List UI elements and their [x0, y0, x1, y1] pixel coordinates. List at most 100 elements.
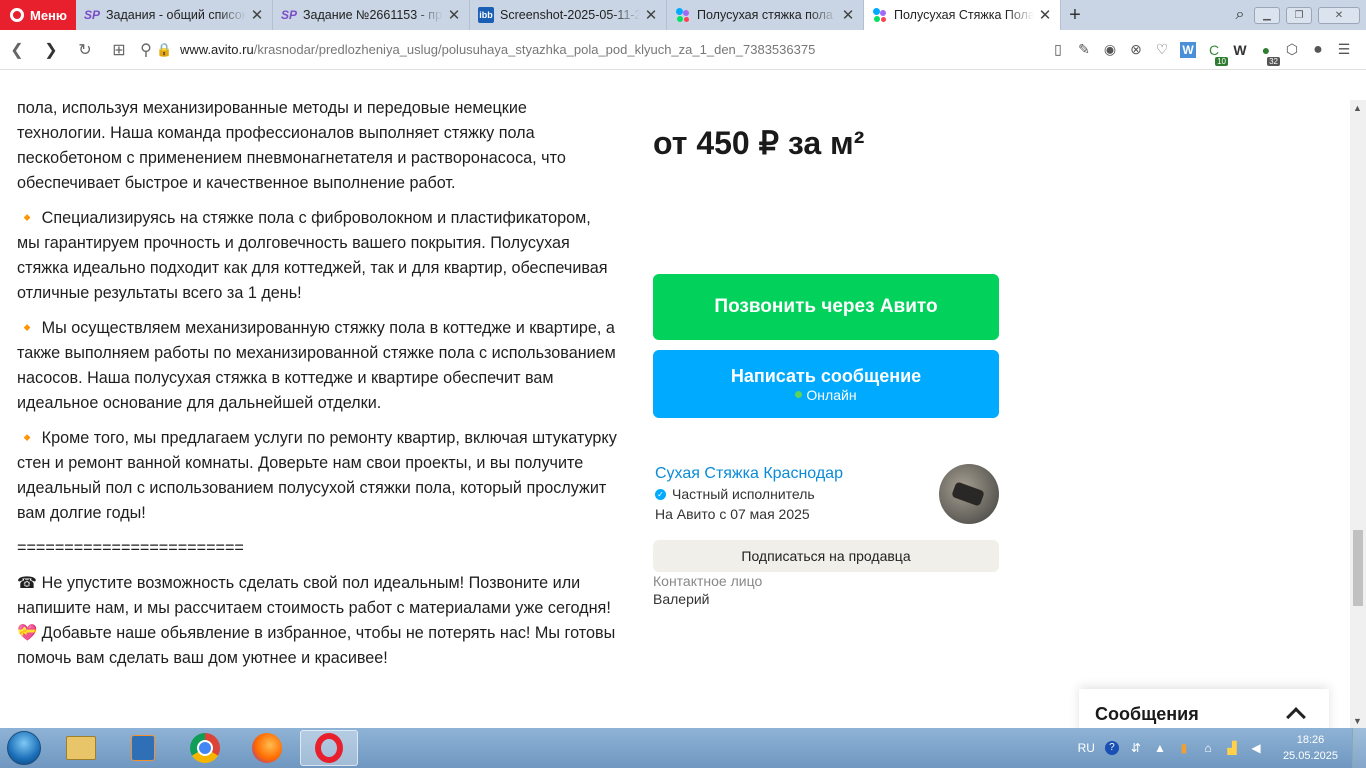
firefox-icon — [252, 733, 282, 763]
heart-icon[interactable]: ♡ — [1154, 41, 1170, 58]
seller-avatar[interactable] — [939, 464, 999, 524]
easy-setup-icon[interactable]: ☰ — [1336, 41, 1352, 58]
help-icon[interactable]: ? — [1104, 741, 1119, 755]
vertical-scrollbar[interactable]: ▲ ▼ — [1350, 100, 1366, 728]
taskbar-opera[interactable] — [300, 730, 358, 766]
url-domain: www.avito.ru — [180, 42, 254, 57]
close-window-button[interactable]: ✕ — [1318, 6, 1360, 24]
scroll-up-icon[interactable]: ▲ — [1353, 103, 1362, 113]
taskbar-explorer[interactable] — [52, 730, 110, 766]
description-separator: ======================== — [17, 539, 244, 557]
tab-close-icon[interactable]: ✕ — [841, 6, 855, 24]
call-button-label: Позвонить через Авито — [714, 296, 938, 317]
tab-close-icon[interactable]: ✕ — [1038, 6, 1052, 24]
windows-orb-icon — [7, 731, 41, 765]
call-via-avito-button[interactable]: Позвонить через Авито — [653, 274, 999, 340]
url-path: /krasnodar/predlozheniya_uslug/polusuhay… — [253, 42, 816, 57]
scrollbar-thumb[interactable] — [1353, 530, 1363, 606]
tab-1[interactable]: SP Задания - общий список з ✕ — [76, 0, 273, 30]
tab-2[interactable]: SP Задание №2661153 - прос ✕ — [273, 0, 470, 30]
address-bar: ❮ ❯ ↻ ⊞ ⚲ 🔒 www.avito.ru/krasnodar/predl… — [0, 30, 1366, 70]
language-indicator[interactable]: RU — [1078, 741, 1095, 755]
messages-panel[interactable]: Сообщения — [1079, 689, 1329, 728]
write-message-button[interactable]: Написать сообщение Онлайн — [653, 350, 999, 418]
opera-icon — [315, 733, 343, 763]
chevron-up-icon[interactable] — [1286, 707, 1306, 727]
description-paragraph: 🔸 Мы осуществляем механизированную стяжк… — [17, 319, 616, 412]
minimize-button[interactable]: ▁ — [1254, 6, 1280, 24]
description-paragraph: 🔸 Специализируясь на стяжке пола с фибро… — [17, 209, 608, 302]
price: от 450 ₽ за м² — [653, 125, 865, 161]
opera-menu-button[interactable]: Меню — [0, 0, 76, 30]
usb-device-icon[interactable]: ⌂ — [1201, 741, 1215, 755]
message-button-label: Написать сообщение — [730, 365, 922, 386]
tab-title: Screenshot-2025-05-11-23 — [500, 8, 640, 22]
start-button[interactable] — [0, 728, 48, 768]
description-paragraph: 🔸 Кроме того, мы предлагаем услуги по ре… — [17, 429, 617, 522]
subscribe-button-label: Подписаться на продавца — [741, 548, 911, 564]
volume-icon[interactable]: ◀ — [1249, 741, 1263, 755]
lock-icon[interactable]: 🔒 — [156, 42, 172, 58]
word-extension-icon[interactable]: W — [1180, 41, 1196, 58]
location-pin-icon[interactable]: ⚲ — [136, 40, 156, 60]
w-extension-icon[interactable]: W — [1232, 42, 1248, 58]
back-icon[interactable]: ❮ — [0, 40, 34, 60]
avito-icon — [872, 7, 888, 23]
url-field[interactable]: www.avito.ru/krasnodar/predlozheniya_usl… — [180, 42, 1050, 57]
adblock-icon[interactable]: ⊗ — [1128, 41, 1144, 58]
folder-icon — [66, 736, 96, 760]
tab-5-active[interactable]: Полусухая Стяжка Пола по ✕ — [864, 0, 1061, 30]
media-player-icon — [131, 735, 155, 761]
tab-title: Задание №2661153 - прос — [303, 8, 443, 22]
description-paragraph: ☎ Не упустите возможность сделать свой п… — [17, 574, 611, 617]
green-badge: 32 — [1267, 56, 1280, 66]
forward-icon[interactable]: ❯ — [34, 40, 68, 60]
system-tray: RU ? ⇵ ▲ ▮ ⌂ ▟ ◀ 18:26 25.05.2025 — [1078, 732, 1352, 764]
network-share-icon[interactable]: ⇵ — [1129, 741, 1143, 755]
online-dot-icon — [795, 391, 803, 398]
tray-app-icon[interactable]: ▮ — [1177, 741, 1191, 755]
show-hidden-icons-icon[interactable]: ▲ — [1153, 741, 1167, 755]
green-extension-icon[interactable]: ● 32 — [1258, 42, 1280, 66]
reload-icon[interactable]: ↻ — [68, 40, 102, 60]
search-tabs-icon[interactable]: ⌕ — [1232, 6, 1248, 23]
window-controls: ⌕ ▁ ❐ ✕ — [1232, 0, 1366, 30]
tab-close-icon[interactable]: ✕ — [644, 6, 658, 24]
edit-icon[interactable]: ✎ — [1076, 41, 1092, 58]
signal-icon[interactable]: ▟ — [1225, 741, 1239, 755]
messages-panel-title: Сообщения — [1095, 703, 1199, 724]
online-status: Онлайн — [795, 387, 857, 403]
clock-date: 25.05.2025 — [1282, 750, 1338, 762]
snapshot-icon[interactable]: ◉ — [1102, 41, 1118, 58]
subscribe-seller-button[interactable]: Подписаться на продавца — [653, 540, 999, 572]
seller-type: ✓ Частный исполнитель — [655, 486, 815, 502]
toolbar-icons: ▯ ✎ ◉ ⊗ ♡ W C 10 W ● 32 ⬡ ● ☰ — [1050, 41, 1366, 66]
taskbar-chrome[interactable] — [176, 730, 234, 766]
reader-mode-icon[interactable]: ▯ — [1050, 41, 1066, 58]
description-paragraph: пола, используя механизированные методы … — [17, 100, 566, 192]
tab-4[interactable]: Полусухая стяжка пола - О ✕ — [667, 0, 864, 30]
show-desktop-button[interactable] — [1352, 728, 1366, 768]
cube-icon[interactable]: ⬡ — [1284, 41, 1300, 58]
contact-label: Контактное лицо — [653, 573, 763, 589]
seller-since: На Авито с 07 мая 2025 — [655, 506, 810, 522]
verified-check-icon: ✓ — [655, 488, 666, 500]
clock[interactable]: 18:26 25.05.2025 — [1283, 732, 1338, 764]
profile-icon[interactable]: ● — [1310, 41, 1326, 58]
taskbar-firefox[interactable] — [238, 730, 296, 766]
scroll-down-icon[interactable]: ▼ — [1353, 716, 1362, 726]
chrome-icon — [190, 733, 220, 763]
taskbar-media-player[interactable] — [114, 730, 172, 766]
new-tab-button[interactable]: + — [1061, 0, 1089, 30]
tab-close-icon[interactable]: ✕ — [447, 6, 461, 24]
listing-description: пола, используя механизированные методы … — [17, 100, 617, 681]
tab-close-icon[interactable]: ✕ — [250, 6, 264, 24]
speed-dial-icon[interactable]: ⊞ — [102, 40, 136, 60]
maximize-button[interactable]: ❐ — [1286, 6, 1312, 24]
description-paragraph: 💝 Добавьте наше обьявление в избранное, … — [17, 624, 616, 667]
sp-icon: SP — [84, 8, 101, 22]
cd-extension-icon[interactable]: C 10 — [1206, 42, 1228, 66]
seller-name-link[interactable]: Сухая Стяжка Краснодар — [655, 465, 843, 483]
tab-title: Задания - общий список з — [106, 8, 246, 22]
tab-3[interactable]: ibb Screenshot-2025-05-11-23 ✕ — [470, 0, 667, 30]
